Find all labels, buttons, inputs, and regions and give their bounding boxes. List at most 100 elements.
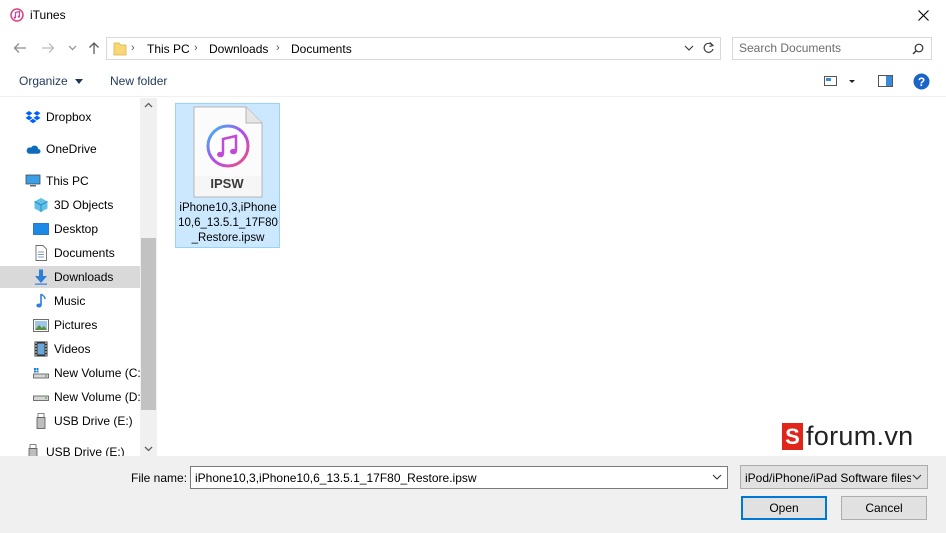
back-button[interactable]: [11, 39, 29, 57]
scroll-down-arrow[interactable]: [144, 444, 153, 455]
file-list: IPSW iPhone10,3,iPhone10,6_13.5.1_17F80_…: [158, 98, 946, 456]
file-type-dropdown-button[interactable]: [912, 471, 922, 485]
navigation-pane: Dropbox OneDrive This PC 3D Objects Desk…: [0, 98, 157, 456]
title-bar: iTunes: [0, 0, 946, 31]
sidebar-item-music[interactable]: Music: [0, 290, 140, 312]
sidebar-item-usb-drive-e[interactable]: USB Drive (E:): [0, 441, 140, 456]
file-item[interactable]: IPSW iPhone10,3,iPhone10,6_13.5.1_17F80_…: [175, 103, 280, 248]
downloads-icon: [33, 269, 49, 285]
drive-d-icon: [33, 389, 49, 405]
sidebar-item-label: USB Drive (E:): [46, 445, 125, 456]
sidebar-item-downloads[interactable]: Downloads: [0, 266, 140, 288]
svg-text:?: ?: [918, 75, 925, 89]
videos-icon: [33, 341, 49, 357]
scroll-up-arrow[interactable]: [144, 100, 153, 111]
search-input[interactable]: [739, 41, 909, 55]
help-button[interactable]: ?: [913, 73, 930, 93]
new-folder-button[interactable]: New folder: [110, 74, 167, 88]
command-bar: Organize New folder ?: [0, 66, 946, 97]
3d-objects-icon: [33, 197, 49, 213]
arrow-left-icon: [13, 43, 26, 53]
file-type-value: iPod/iPhone/iPad Software files: [745, 471, 911, 485]
sidebar-item-onedrive[interactable]: OneDrive: [0, 138, 140, 160]
window-title: iTunes: [30, 8, 66, 22]
sidebar-item-label: Pictures: [54, 318, 98, 332]
drive-c-icon: [33, 365, 49, 381]
sidebar-item-this-pc[interactable]: This PC: [0, 170, 140, 192]
sidebar-item-usb-drive-e[interactable]: USB Drive (E:): [0, 410, 140, 432]
view-options-icon: [824, 76, 855, 86]
itunes-icon: [10, 8, 24, 22]
pictures-icon: [33, 317, 49, 333]
sidebar-item-label: USB Drive (E:): [54, 414, 133, 428]
music-icon: [33, 293, 49, 309]
sidebar-item-drive-c[interactable]: New Volume (C:: [0, 362, 140, 384]
breadcrumb-separator: ›: [276, 42, 280, 54]
sidebar-item-label: New Volume (D:: [54, 390, 140, 404]
recent-locations-button[interactable]: [63, 39, 81, 57]
sidebar-item-drive-d[interactable]: New Volume (D:: [0, 386, 140, 408]
file-name-label: File name:: [131, 471, 188, 485]
open-button[interactable]: Open: [741, 496, 827, 520]
chevron-down-icon: [68, 45, 76, 51]
forward-button[interactable]: [39, 39, 57, 57]
address-row: › This PC › Downloads › Documents: [0, 34, 946, 62]
cancel-button[interactable]: Cancel: [841, 496, 927, 520]
sidebar-item-documents[interactable]: Documents: [0, 242, 140, 264]
sidebar-item-label: Videos: [54, 342, 91, 356]
address-bar[interactable]: › This PC › Downloads › Documents: [106, 37, 721, 60]
chevron-down-icon: [712, 474, 722, 480]
sidebar-scrollbar[interactable]: [140, 98, 157, 456]
dropbox-icon: [25, 109, 41, 125]
close-button[interactable]: [900, 0, 946, 31]
sidebar-item-label: New Volume (C:: [54, 366, 140, 380]
file-type-select[interactable]: iPod/iPhone/iPad Software files: [740, 465, 928, 489]
sidebar-item-label: This PC: [46, 174, 89, 188]
usb-drive-icon: [25, 444, 41, 456]
sidebar-item-videos[interactable]: Videos: [0, 338, 140, 360]
file-name-dropdown-button[interactable]: [712, 471, 722, 485]
breadcrumb-documents[interactable]: Documents: [291, 42, 352, 56]
arrow-up-icon: [89, 42, 99, 54]
sidebar-item-label: 3D Objects: [54, 198, 114, 212]
sidebar-item-label: Downloads: [54, 270, 114, 284]
this-pc-icon: [25, 173, 41, 189]
breadcrumb-downloads[interactable]: Downloads: [209, 42, 268, 56]
sidebar-item-3d-objects[interactable]: 3D Objects: [0, 194, 140, 216]
chevron-up-icon: [144, 102, 153, 108]
search-box[interactable]: [732, 37, 932, 60]
documents-icon: [33, 245, 49, 261]
refresh-button[interactable]: [702, 41, 715, 58]
help-icon: ?: [913, 73, 930, 90]
breadcrumb-this-pc[interactable]: This PC: [147, 42, 190, 56]
usb-drive-icon: [33, 413, 49, 429]
breadcrumb-separator: ›: [131, 42, 135, 54]
watermark-text: forum.vn: [806, 421, 914, 451]
refresh-icon: [703, 42, 715, 53]
folder-icon: [113, 41, 127, 59]
preview-pane-icon: [878, 75, 893, 87]
watermark-logo: S: [782, 423, 803, 450]
arrow-right-icon: [42, 43, 55, 53]
sidebar-item-label: Desktop: [54, 222, 99, 236]
dialog-footer: File name: iPod/iPhone/iPad Software fil…: [0, 456, 946, 533]
sidebar-item-label: OneDrive: [46, 142, 97, 156]
sidebar-item-dropbox[interactable]: Dropbox: [0, 106, 140, 128]
scrollbar-thumb[interactable]: [141, 238, 156, 410]
breadcrumb-separator: ›: [194, 42, 198, 54]
search-icon[interactable]: [912, 43, 924, 58]
organize-button[interactable]: Organize: [19, 74, 84, 88]
file-name: iPhone10,3,iPhone10,6_13.5.1_17F80_Resto…: [178, 202, 278, 244]
preview-pane-button[interactable]: [877, 73, 894, 92]
sidebar-item-desktop[interactable]: Desktop: [0, 218, 140, 240]
watermark: S forum.vn: [782, 421, 913, 452]
sidebar-item-pictures[interactable]: Pictures: [0, 314, 140, 336]
file-name-combo[interactable]: [190, 466, 728, 489]
up-button[interactable]: [85, 39, 103, 57]
chevron-down-icon: [684, 45, 694, 51]
view-options-button[interactable]: [823, 73, 857, 92]
caret-down-icon: [75, 79, 84, 85]
file-name-field[interactable]: [195, 471, 705, 485]
address-dropdown-button[interactable]: [684, 42, 694, 56]
organize-label: Organize: [19, 74, 68, 88]
